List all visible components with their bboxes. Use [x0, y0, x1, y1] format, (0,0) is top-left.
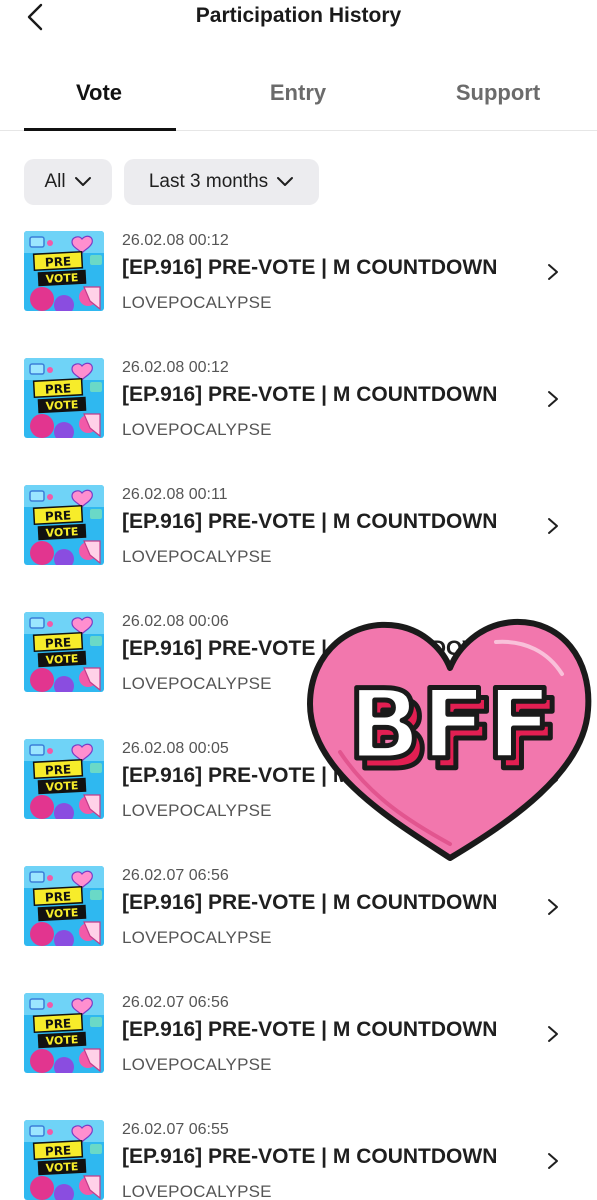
list-item[interactable]: PRE VOTE 26.02.07 06:56 [EP.916] PRE-VOTE |…	[0, 855, 597, 982]
item-title: [EP.916] PRE-VOTE | M COUNTDOWN	[122, 256, 498, 279]
participation-history-screen: Participation History Vote Entry Support…	[0, 0, 597, 1200]
item-title: [EP.916] PRE-VOTE | M COUNTDOWN	[122, 1145, 498, 1168]
chevron-down-icon	[74, 177, 91, 186]
vote-thumbnail-image: PRE VOTE	[24, 485, 104, 565]
chevron-right-icon[interactable]	[546, 1151, 560, 1171]
thumbnail-text-pre: PRE	[45, 635, 72, 650]
item-date: 26.02.08 00:12	[122, 359, 229, 376]
thumbnail-text-vote: VOTE	[45, 271, 78, 286]
item-title: [EP.916] PRE-VOTE | M COUNTDOWN	[122, 891, 498, 914]
list-item[interactable]: PRE VOTE 26.02.08 00:12 [EP.916] PRE-VOTE |…	[0, 220, 597, 347]
type-filter-dropdown[interactable]: All	[24, 159, 112, 205]
thumbnail-text-vote: VOTE	[45, 398, 78, 413]
vote-thumbnail-image: PRE VOTE	[24, 866, 104, 946]
item-title: [EP.916] PRE-VOTE | M COUNTDOWN	[122, 1018, 498, 1041]
period-filter-dropdown[interactable]: Last 3 months	[124, 159, 319, 205]
item-date: 26.02.07 06:56	[122, 867, 229, 884]
thumbnail-text-vote: VOTE	[45, 1033, 78, 1048]
item-artist: LOVEPOCALYPSE	[122, 547, 272, 566]
header: Participation History	[0, 0, 597, 40]
thumbnail-text-pre: PRE	[45, 254, 72, 269]
thumbnail-text-vote: VOTE	[45, 652, 78, 667]
sticker-text: BFF	[348, 669, 552, 781]
thumbnail-text-pre: PRE	[45, 889, 72, 904]
item-date: 26.02.08 00:05	[122, 740, 229, 757]
item-date: 26.02.07 06:56	[122, 994, 229, 1011]
list-item[interactable]: PRE VOTE 26.02.08 00:12 [EP.916] PRE-VOTE |…	[0, 347, 597, 474]
chevron-right-icon[interactable]	[546, 389, 560, 409]
thumbnail-text-vote: VOTE	[45, 525, 78, 540]
item-artist: LOVEPOCALYPSE	[122, 674, 272, 693]
active-tab-indicator	[24, 128, 176, 131]
item-artist: LOVEPOCALYPSE	[122, 1182, 272, 1200]
chevron-right-icon[interactable]	[546, 262, 560, 282]
tab-entry[interactable]: Entry	[223, 80, 373, 106]
item-artist: LOVEPOCALYPSE	[122, 420, 272, 439]
tab-bar: Vote Entry Support	[0, 72, 597, 131]
item-artist: LOVEPOCALYPSE	[122, 1055, 272, 1074]
chevron-right-icon[interactable]	[546, 897, 560, 917]
page-title: Participation History	[195, 4, 402, 27]
item-date: 26.02.08 00:12	[122, 232, 229, 249]
vote-thumbnail-image: PRE VOTE	[24, 358, 104, 438]
list-item[interactable]: PRE VOTE 26.02.07 06:56 [EP.916] PRE-VOTE |…	[0, 982, 597, 1109]
thumbnail-text-pre: PRE	[45, 381, 72, 396]
list-item[interactable]: PRE VOTE 26.02.07 06:55 [EP.916] PRE-VOTE |…	[0, 1109, 597, 1200]
item-title: [EP.916] PRE-VOTE | M COUNTDOWN	[122, 510, 498, 533]
tab-support[interactable]: Support	[423, 80, 573, 106]
thumbnail-text-pre: PRE	[45, 1143, 72, 1158]
thumbnail-text-vote: VOTE	[45, 1160, 78, 1175]
thumbnail-text-pre: PRE	[45, 762, 72, 777]
chevron-right-icon[interactable]	[546, 1024, 560, 1044]
item-artist: LOVEPOCALYPSE	[122, 801, 272, 820]
item-date: 26.02.08 00:06	[122, 613, 229, 630]
item-artist: LOVEPOCALYPSE	[122, 928, 272, 947]
thumbnail-text-pre: PRE	[45, 1016, 72, 1031]
vote-thumbnail-image: PRE VOTE	[24, 612, 104, 692]
chevron-right-icon[interactable]	[546, 516, 560, 536]
list-item[interactable]: PRE VOTE 26.02.08 00:11 [EP.916] PRE-VOTE |…	[0, 474, 597, 601]
item-date: 26.02.08 00:11	[122, 486, 228, 503]
vote-thumbnail-image: PRE VOTE	[24, 1120, 104, 1200]
period-filter-label: Last 3 months	[148, 171, 269, 192]
vote-thumbnail-image: PRE VOTE	[24, 231, 104, 311]
item-title: [EP.916] PRE-VOTE | M COUNTDOWN	[122, 383, 498, 406]
thumbnail-text-pre: PRE	[45, 508, 72, 523]
type-filter-label: All	[44, 171, 66, 192]
vote-thumbnail-image: PRE VOTE	[24, 993, 104, 1073]
tab-vote[interactable]: Vote	[24, 80, 174, 106]
item-artist: LOVEPOCALYPSE	[122, 293, 272, 312]
bff-heart-sticker: BFF BFF	[307, 618, 592, 861]
item-date: 26.02.07 06:55	[122, 1121, 229, 1138]
thumbnail-text-vote: VOTE	[45, 779, 78, 794]
thumbnail-text-vote: VOTE	[45, 906, 78, 921]
vote-thumbnail-image: PRE VOTE	[24, 739, 104, 819]
chevron-down-icon	[277, 177, 294, 186]
